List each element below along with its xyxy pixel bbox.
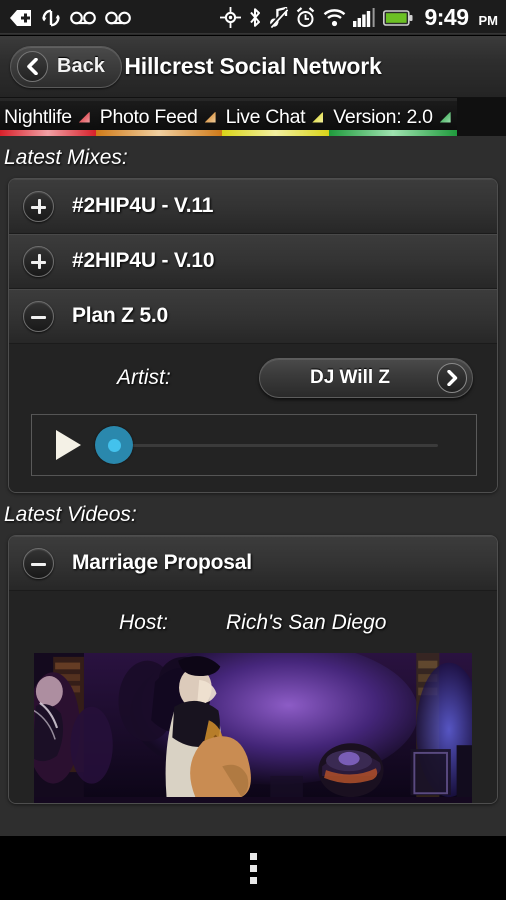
status-clock-ampm: PM	[478, 13, 499, 28]
accordion-label: Marriage Proposal	[72, 551, 252, 574]
app-root: 9:49 PM Back Hillcrest Social Network Ni…	[0, 0, 506, 900]
overflow-menu-button[interactable]	[234, 843, 273, 894]
main-content: Latest Mixes: #2HIP4U - V.11 #2HIP4U - V…	[0, 136, 506, 836]
tab-strip: Nightlife Photo Feed Live Chat Version: 2.0	[0, 98, 506, 136]
latest-videos-heading: Latest Videos:	[4, 503, 137, 526]
tab-photo-feed[interactable]: Photo Feed	[95, 98, 222, 136]
tab-nightlife[interactable]: Nightlife	[0, 98, 96, 136]
battery-icon	[383, 9, 413, 26]
bluetooth-icon	[250, 8, 261, 27]
back-button[interactable]: Back	[10, 45, 122, 88]
tab-live-chat[interactable]: Live Chat	[221, 98, 330, 136]
latest-videos-card: Marriage Proposal Host: Rich's San Diego	[8, 535, 498, 804]
minus-icon[interactable]	[23, 547, 54, 579]
wifi-icon	[324, 9, 346, 27]
slider-track	[111, 443, 438, 447]
alarm-clock-icon	[297, 7, 315, 27]
tab-marker-icon	[204, 111, 216, 123]
accordion-row-mix-3[interactable]: Plan Z 5.0	[9, 289, 497, 344]
title-bar: Back Hillcrest Social Network	[0, 36, 506, 98]
android-navigation-bar	[0, 836, 506, 900]
mix-detail-panel: Artist: DJ Will Z	[9, 344, 497, 492]
artist-row: Artist: DJ Will Z	[19, 358, 487, 398]
host-row: Host: Rich's San Diego	[9, 591, 497, 653]
status-bar: 9:49 PM	[0, 0, 506, 36]
audio-player	[31, 414, 477, 476]
latest-mixes-heading: Latest Mixes:	[4, 146, 128, 169]
video-thumbnail-image	[34, 653, 472, 798]
plus-icon[interactable]	[23, 190, 54, 222]
music-muted-icon	[269, 7, 289, 28]
video-detail-panel: Host: Rich's San Diego	[9, 591, 497, 803]
tab-marker-icon	[312, 111, 324, 123]
status-bar-right-icons: 9:49 PM	[220, 4, 498, 31]
voicemail-icon	[70, 11, 96, 24]
overflow-dot	[249, 876, 257, 884]
sd-card-add-icon	[10, 9, 31, 26]
tab-marker-icon	[78, 111, 90, 123]
overflow-dot	[249, 852, 257, 860]
tab-label: Live Chat	[225, 105, 306, 128]
status-bar-left-icons	[10, 8, 131, 28]
accordion-label: #2HIP4U - V.10	[72, 249, 215, 272]
status-clock: 9:49	[424, 4, 469, 30]
video-thumbnail[interactable]	[34, 653, 472, 803]
audio-progress-slider[interactable]	[95, 426, 464, 464]
artist-button-label: DJ Will Z	[309, 367, 391, 388]
minus-icon[interactable]	[23, 300, 54, 332]
play-icon[interactable]	[56, 430, 81, 460]
accordion-row-mix-1[interactable]: #2HIP4U - V.11	[9, 179, 497, 234]
accordion-label: #2HIP4U - V.11	[72, 194, 214, 217]
overflow-dot	[249, 864, 257, 872]
tab-label: Nightlife	[4, 105, 72, 128]
gps-location-icon	[220, 7, 242, 28]
tab-version-2-0[interactable]: Version: 2.0	[329, 98, 457, 136]
back-button-label: Back	[57, 55, 105, 77]
plus-icon[interactable]	[23, 245, 54, 277]
host-value: Rich's San Diego	[226, 611, 387, 634]
sync-icon	[42, 9, 60, 26]
artist-label: Artist:	[117, 366, 171, 389]
latest-mixes-card: #2HIP4U - V.11 #2HIP4U - V.10 Plan Z 5.0…	[8, 178, 498, 493]
artist-button[interactable]: DJ Will Z	[259, 358, 473, 398]
voicemail-icon	[105, 11, 131, 24]
tab-marker-icon	[439, 111, 451, 123]
chevron-right-icon	[437, 363, 467, 393]
tab-label: Version: 2.0	[333, 105, 433, 128]
accordion-row-video-1[interactable]: Marriage Proposal	[9, 536, 497, 591]
accordion-row-mix-2[interactable]: #2HIP4U - V.10	[9, 234, 497, 289]
slider-knob[interactable]	[95, 426, 133, 464]
chevron-left-icon	[17, 51, 48, 82]
accordion-label: Plan Z 5.0	[72, 304, 169, 327]
tab-label: Photo Feed	[99, 105, 198, 128]
host-label: Host:	[119, 611, 169, 634]
signal-bars-icon	[353, 8, 376, 27]
